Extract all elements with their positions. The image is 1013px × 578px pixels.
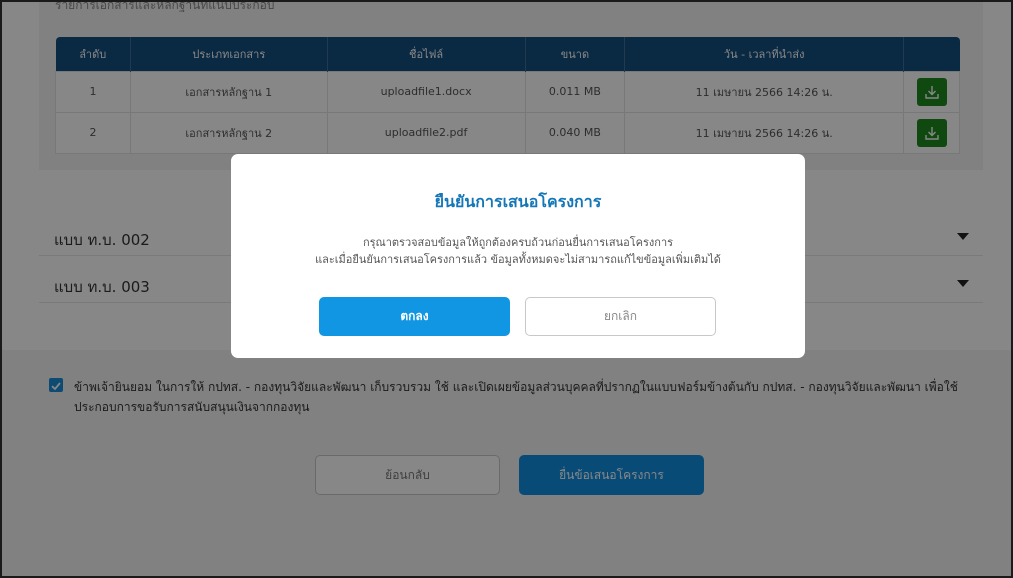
modal-title: ยืนยันการเสนอโครงการ — [434, 192, 602, 211]
modal-message-line1: กรุณาตรวจสอบข้อมูลให้ถูกต้องครบถ้วนก่อนย… — [362, 236, 674, 249]
confirm-ok-button[interactable]: ตกลง — [319, 297, 510, 336]
confirm-modal: ยืนยันการเสนอโครงการ กรุณาตรวจสอบข้อมูลใ… — [231, 154, 805, 358]
modal-message-line2: และเมื่อยืนยันการเสนอโครงการแล้ว ข้อมูลท… — [315, 253, 721, 266]
page-frame: รายการเอกสารและหลักฐานที่แนบประกอบ ลำดับ… — [0, 0, 1013, 578]
confirm-cancel-button[interactable]: ยกเลิก — [525, 297, 716, 336]
modal-message: กรุณาตรวจสอบข้อมูลให้ถูกต้องครบถ้วนก่อนย… — [231, 234, 805, 268]
